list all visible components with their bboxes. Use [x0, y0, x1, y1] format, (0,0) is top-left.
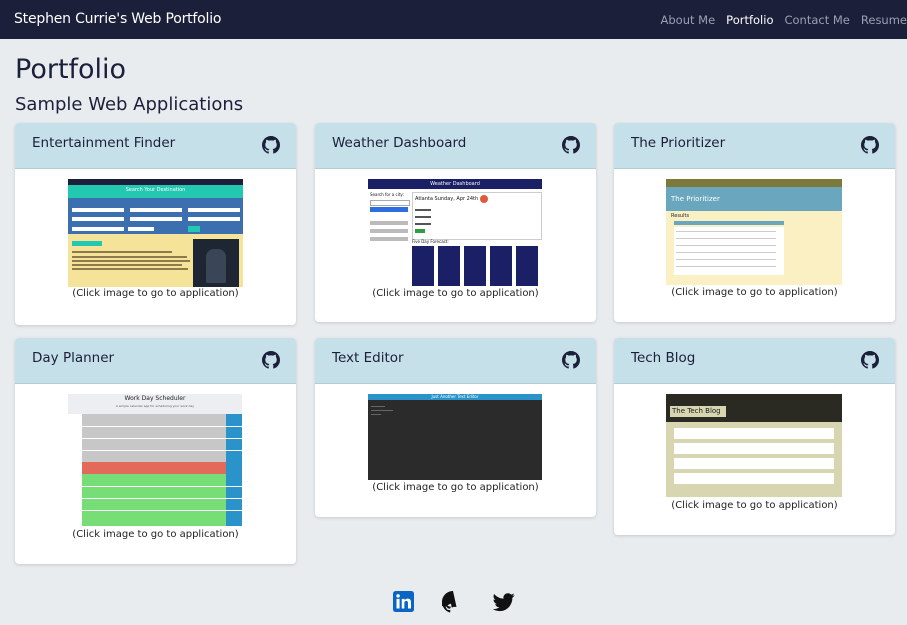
github-icon[interactable]	[262, 351, 280, 369]
thumb-heading: The Prioritizer	[671, 195, 720, 203]
card-title: Weather Dashboard	[332, 135, 467, 151]
project-card-tech-blog: Tech Blog The Tech Blog (Click image to …	[614, 338, 895, 535]
card-header: Text Editor	[315, 338, 596, 384]
thumb-caption: (Click image to go to application)	[372, 482, 539, 493]
card-header: Tech Blog	[614, 338, 895, 384]
card-title: Text Editor	[332, 350, 404, 366]
nav-contact-me[interactable]: Contact Me	[784, 13, 849, 27]
nav-about-me[interactable]: About Me	[661, 13, 716, 27]
thumb-caption: (Click image to go to application)	[72, 288, 239, 299]
github-icon[interactable]	[440, 591, 464, 613]
footer	[0, 591, 907, 617]
card-title: The Prioritizer	[631, 135, 726, 151]
project-card-the-prioritizer: The Prioritizer The Prioritizer Results …	[614, 123, 895, 322]
project-card-weather-dashboard: Weather Dashboard Weather Dashboard Sear…	[315, 123, 596, 322]
project-screenshot[interactable]: Weather Dashboard Search for a city: Atl…	[368, 179, 542, 286]
linkedin-icon[interactable]	[393, 591, 414, 612]
brand-link[interactable]: Stephen Currie's Web Portfolio	[14, 11, 221, 27]
card-header: Entertainment Finder	[15, 123, 296, 169]
github-icon[interactable]	[562, 351, 580, 369]
thumb-subheading: A simple calendar app for scheduling you…	[115, 404, 195, 408]
thumb-city: Atlanta Sunday, Apr 24th	[415, 196, 479, 202]
project-screenshot[interactable]: Search Your Destination	[68, 179, 243, 287]
thumb-caption: (Click image to go to application)	[671, 500, 838, 511]
thumb-section: Results	[671, 213, 690, 219]
thumb-caption: (Click image to go to application)	[372, 288, 539, 299]
project-card-text-editor: Text Editor Just Another Text Editor (Cl…	[315, 338, 596, 517]
thumb-heading: Just Another Text Editor	[431, 394, 479, 399]
thumb-search-label: Search for a city:	[370, 192, 404, 197]
github-icon[interactable]	[262, 136, 280, 154]
twitter-icon[interactable]	[492, 591, 516, 613]
card-title: Entertainment Finder	[32, 135, 176, 151]
github-icon[interactable]	[861, 351, 879, 369]
card-header: Weather Dashboard	[315, 123, 596, 169]
card-title: Tech Blog	[631, 350, 696, 366]
navbar: Stephen Currie's Web Portfolio About Me …	[0, 0, 907, 39]
thumb-forecast-label: Five Day Forecast:	[412, 239, 449, 244]
thumb-heading: Work Day Scheduler	[124, 395, 186, 402]
github-icon[interactable]	[861, 136, 879, 154]
project-card-day-planner: Day Planner Work Day Scheduler A simple …	[15, 338, 296, 564]
github-icon[interactable]	[562, 136, 580, 154]
page-title: Portfolio	[15, 54, 127, 85]
nav-resume[interactable]: Resume	[861, 13, 907, 27]
project-screenshot[interactable]: Work Day Scheduler A simple calendar app…	[68, 394, 242, 526]
project-screenshot[interactable]: The Prioritizer Results	[666, 179, 842, 285]
project-screenshot[interactable]: Just Another Text Editor	[368, 394, 542, 480]
card-title: Day Planner	[32, 350, 115, 366]
thumb-caption: (Click image to go to application)	[671, 287, 838, 298]
nav-links: About Me Portfolio Contact Me Resume	[650, 13, 907, 27]
thumb-caption: (Click image to go to application)	[72, 529, 239, 540]
page-subtitle: Sample Web Applications	[15, 94, 244, 115]
thumb-heading: The Tech Blog	[672, 407, 721, 415]
nav-portfolio[interactable]: Portfolio	[726, 13, 773, 27]
project-screenshot[interactable]: The Tech Blog	[666, 394, 842, 497]
card-header: Day Planner	[15, 338, 296, 384]
thumb-heading: Weather Dashboard	[430, 181, 480, 187]
thumb-heading: Search Your Destination	[125, 187, 186, 193]
project-card-entertainment-finder: Entertainment Finder Search Your Destina…	[15, 123, 296, 325]
card-header: The Prioritizer	[614, 123, 895, 169]
